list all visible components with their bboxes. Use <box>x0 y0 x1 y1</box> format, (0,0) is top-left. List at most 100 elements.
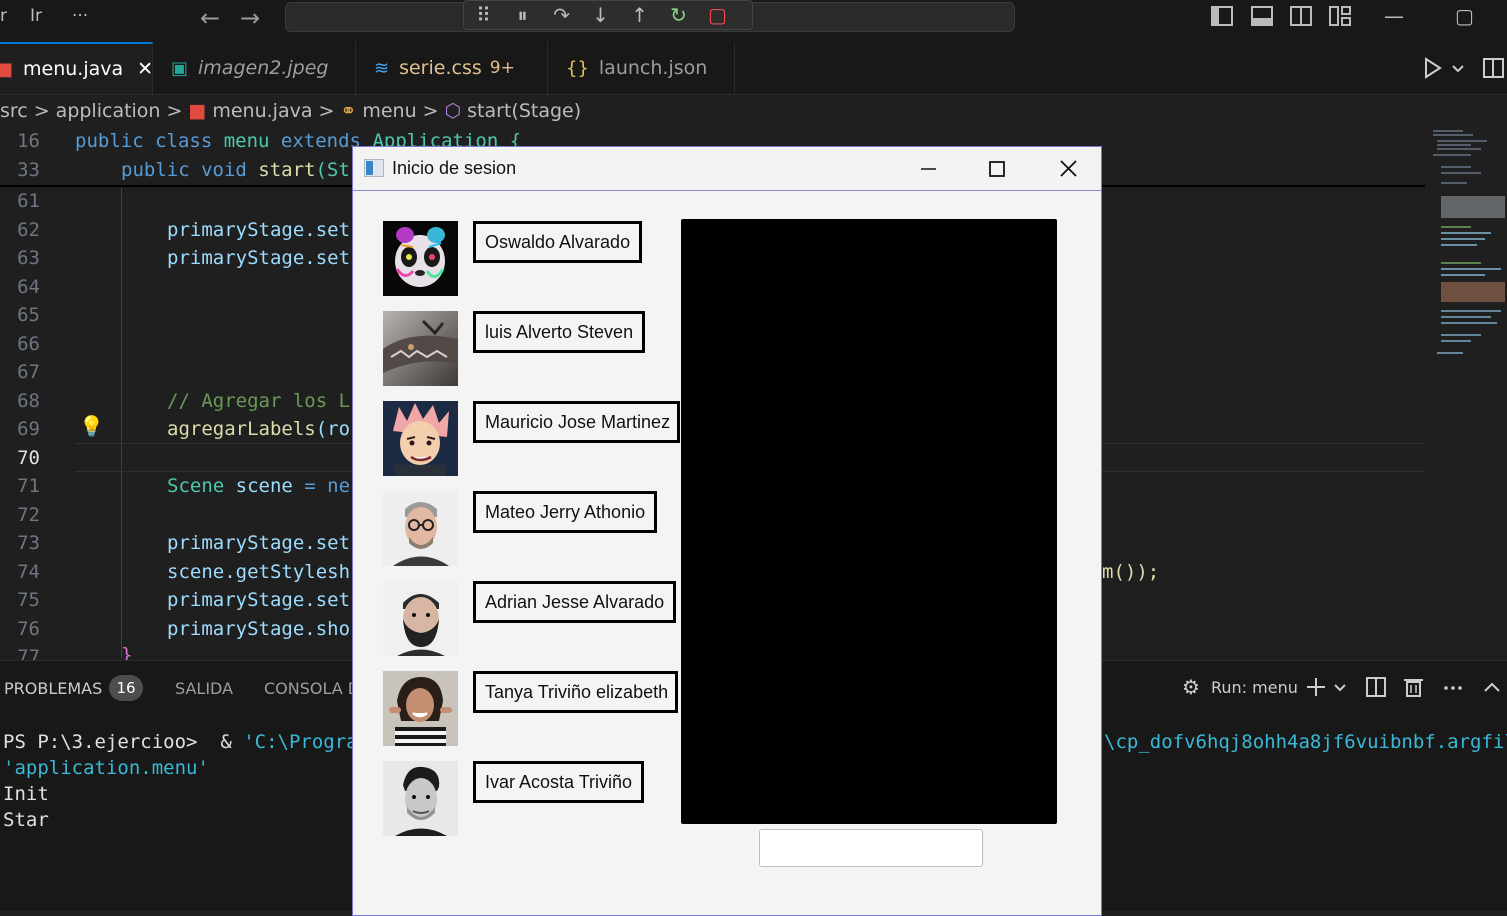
lightbulb-icon[interactable]: 💡 <box>79 414 104 438</box>
method-name: agregarLabels <box>167 418 316 440</box>
breadcrumb-method[interactable]: start(Stage) <box>467 100 581 122</box>
back-arrow-icon[interactable]: ← <box>200 4 220 32</box>
menu-item-terminal[interactable]: Ir <box>30 6 42 26</box>
json-icon: {} <box>566 57 589 79</box>
forward-arrow-icon[interactable]: → <box>240 4 260 32</box>
maximize-panel-chevron-up-icon[interactable] <box>1484 682 1500 692</box>
code-line-76: primaryStage.sho <box>167 618 351 640</box>
code-line-73: primaryStage.set <box>167 532 351 554</box>
class-symbol-icon: ⚭ <box>340 100 357 122</box>
minimap[interactable] <box>1425 126 1507 660</box>
line-number: 72 <box>17 504 40 526</box>
line-number: 16 <box>17 130 40 152</box>
split-editor-icon[interactable] <box>1483 58 1504 78</box>
dialog-title-bar[interactable]: Inicio de sesion <box>353 147 1101 191</box>
restart-icon[interactable]: ↻ <box>659 3 698 27</box>
terminal-line-4: Star <box>3 809 49 831</box>
indent-guide <box>121 188 122 658</box>
tab-serie-css[interactable]: ≋ serie.css 9+ <box>356 42 548 94</box>
avatar-image <box>383 401 458 476</box>
terminal-prompt: PS P:\3.ejercioo> & <box>3 731 244 753</box>
code-line-74-tail: m()); <box>1102 561 1160 583</box>
step-over-icon[interactable]: ↷ <box>542 3 581 27</box>
breadcrumb-application[interactable]: application <box>56 100 161 122</box>
terminal-line-3: Init <box>3 783 49 805</box>
new-terminal-icon[interactable] <box>1307 678 1325 696</box>
tab-debug-console[interactable]: CONSOLA D <box>264 679 360 698</box>
step-out-icon[interactable]: ↑ <box>620 3 659 27</box>
line-number: 33 <box>17 159 40 181</box>
close-tab-icon[interactable]: ✕ <box>137 58 153 80</box>
terminal-actions <box>1307 677 1500 697</box>
avatar-image <box>383 491 458 566</box>
dialog-window-controls <box>921 160 1077 177</box>
line-number: 74 <box>17 561 40 583</box>
person-label-button[interactable]: Oswaldo Alvarado <box>473 221 643 263</box>
terminal-line-2: 'application.menu' <box>3 757 209 779</box>
split-terminal-icon[interactable] <box>1366 677 1386 697</box>
terminal-path: 'C:\Program <box>243 731 370 753</box>
drag-grip-icon[interactable]: ⠿ <box>464 3 503 27</box>
customize-layout-icon[interactable] <box>1329 6 1351 26</box>
avatar-image <box>383 671 458 746</box>
tab-label: launch.json <box>598 57 708 79</box>
restore-window-icon[interactable]: ▢ <box>1455 4 1474 28</box>
person-label-button[interactable]: Tanya Triviño elizabeth <box>473 671 678 713</box>
more-actions-icon[interactable] <box>1444 686 1462 690</box>
pause-icon[interactable]: ⏸ <box>503 3 542 27</box>
java-icon: ■ <box>188 100 207 122</box>
class-name: menu <box>223 130 281 152</box>
breadcrumb-src[interactable]: src <box>0 100 28 122</box>
line-number: 67 <box>17 361 40 383</box>
tab-label: serie.css <box>399 57 482 79</box>
dialog-title: Inicio de sesion <box>392 158 517 178</box>
more-menu-icon[interactable]: ··· <box>72 6 88 26</box>
toggle-primary-sidebar-icon[interactable] <box>1211 6 1233 26</box>
person-label-button[interactable]: Mauricio Jose Martinez <box>473 401 680 443</box>
person-label-button[interactable]: luis Alverto Steven <box>473 311 646 353</box>
toggle-panel-icon[interactable] <box>1251 6 1273 26</box>
terminal-run-label[interactable]: Run: menu <box>1211 678 1298 697</box>
line-number: 76 <box>17 618 40 640</box>
code-text: (St <box>315 159 350 181</box>
line-number: 62 <box>17 219 40 241</box>
tab-imagen2-jpeg[interactable]: ▣ imagen2.jpeg <box>153 42 356 94</box>
dialog-maximize-icon[interactable] <box>989 161 1005 177</box>
step-into-icon[interactable]: ↓ <box>581 3 620 27</box>
toggle-secondary-sidebar-icon[interactable] <box>1290 6 1312 26</box>
stop-icon[interactable]: ▢ <box>698 3 737 27</box>
line-number: 75 <box>17 589 40 611</box>
breadcrumb-file[interactable]: menu.java <box>212 100 312 122</box>
line-number: 64 <box>17 276 40 298</box>
line-number: 73 <box>17 532 40 554</box>
person-label-button[interactable]: Ivar Acosta Triviño <box>473 761 645 803</box>
line-number: 77 <box>17 646 40 660</box>
menu-item-run[interactable]: r <box>0 6 7 26</box>
terminal-dropdown-icon[interactable] <box>1334 684 1346 692</box>
dialog-close-icon[interactable] <box>1060 160 1077 177</box>
person-label-button[interactable]: Mateo Jerry Athonio <box>473 491 658 533</box>
line-number: 63 <box>17 247 40 269</box>
tab-label: menu.java <box>23 58 124 80</box>
chevron-right-icon: > <box>318 100 335 122</box>
code-line-33: public void start(St <box>121 159 350 181</box>
run-icon[interactable] <box>1425 57 1442 79</box>
breadcrumb-class[interactable]: menu <box>362 100 416 122</box>
variable: scene <box>235 475 305 497</box>
person-label-button[interactable]: Adrian Jesse Alvarado <box>473 581 677 623</box>
dialog-text-input[interactable] <box>759 829 983 867</box>
editor-tab-bar: ■ menu.java ✕ ▣ imagen2.jpeg ≋ serie.css… <box>0 42 1507 95</box>
kill-terminal-trash-icon[interactable] <box>1404 679 1423 697</box>
minimize-window-icon[interactable]: — <box>1384 4 1404 28</box>
run-dropdown-icon[interactable] <box>1452 65 1464 73</box>
tab-output[interactable]: SALIDA <box>175 679 233 698</box>
avatar-image <box>383 311 458 386</box>
tab-menu-java[interactable]: ■ menu.java ✕ <box>0 42 153 94</box>
java-app-icon <box>364 159 384 177</box>
tab-label: imagen2.jpeg <box>198 57 329 79</box>
tab-problems[interactable]: PROBLEMAS <box>4 679 102 698</box>
tab-launch-json[interactable]: {} launch.json <box>548 42 735 94</box>
code-line-69: agregarLabels(ro <box>167 418 350 440</box>
avatar-image <box>383 581 458 656</box>
line-number-current: 70 <box>17 447 40 469</box>
